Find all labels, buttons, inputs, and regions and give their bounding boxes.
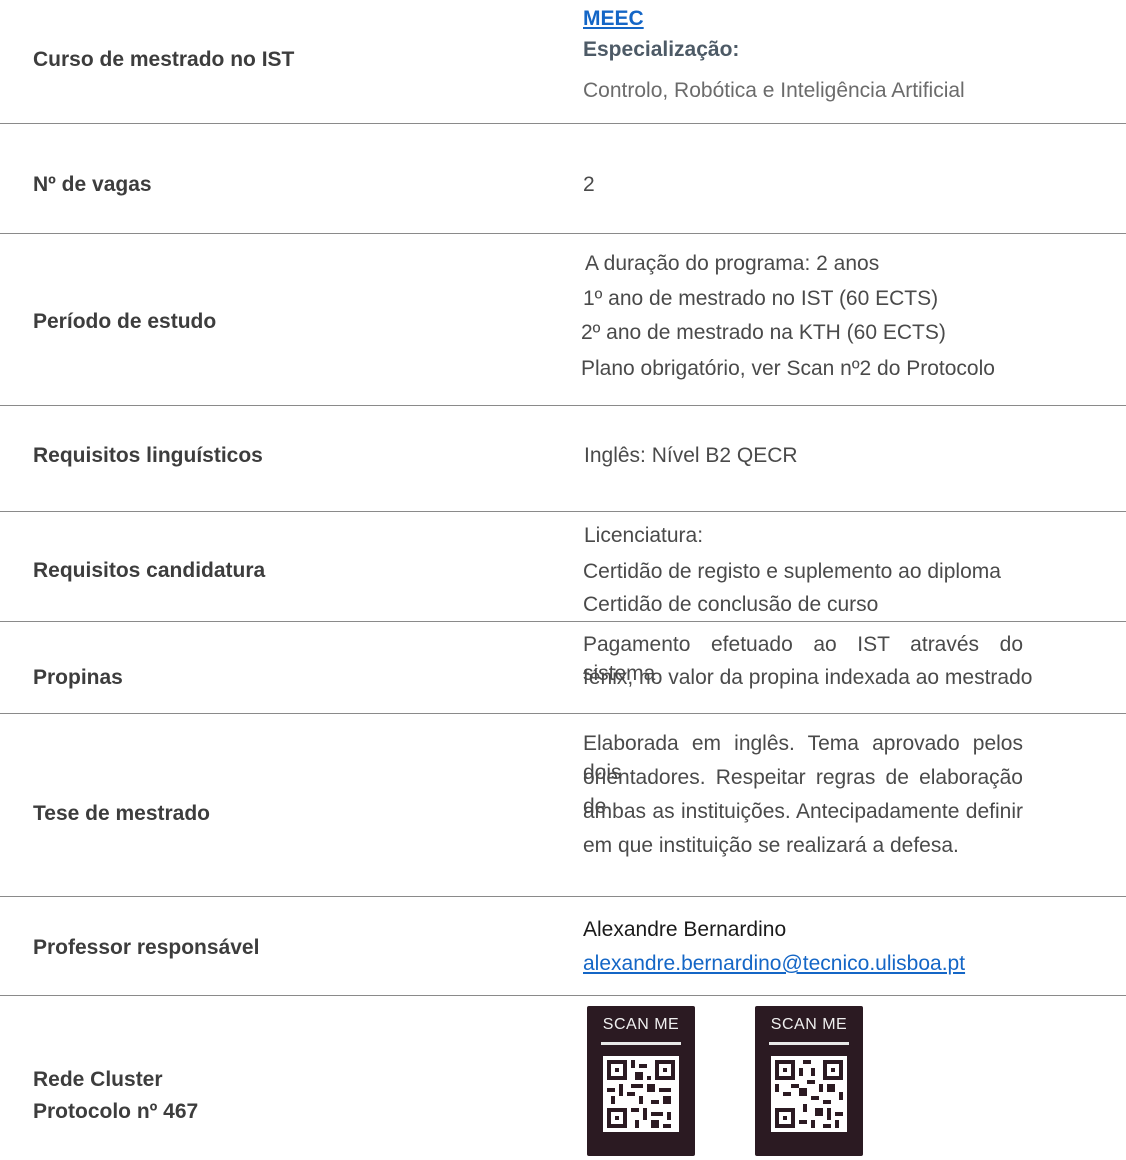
- divider: [0, 511, 1126, 512]
- label-protocolo: Protocolo nº 467: [33, 1100, 199, 1123]
- qr-divider: [601, 1042, 681, 1045]
- label-propinas: Propinas: [33, 666, 123, 689]
- label-rede: Rede Cluster: [33, 1068, 163, 1091]
- linguisticos-value: Inglês: Nível B2 QECR: [584, 444, 798, 467]
- label-vagas: Nº de vagas: [33, 173, 152, 196]
- qr-code-1[interactable]: SCAN ME: [587, 1006, 695, 1156]
- label-linguisticos: Requisitos linguísticos: [33, 444, 263, 467]
- label-tese: Tese de mestrado: [33, 802, 211, 825]
- divider: [0, 123, 1126, 124]
- label-periodo: Período de estudo: [33, 310, 217, 333]
- qr-divider: [769, 1042, 849, 1045]
- label-curso: Curso de mestrado no IST: [33, 48, 295, 71]
- divider: [0, 405, 1126, 406]
- meec-link[interactable]: MEEC: [583, 7, 644, 30]
- scan-me-label: SCAN ME: [770, 1016, 848, 1033]
- periodo-line: 1º ano de mestrado no IST (60 ECTS): [583, 287, 939, 310]
- tese-line: em que instituição se realizará a defesa…: [583, 834, 959, 857]
- scan-me-label: SCAN ME: [602, 1016, 680, 1033]
- specialization-value: Controlo, Robótica e Inteligência Artifi…: [583, 79, 965, 102]
- divider: [0, 621, 1126, 622]
- divider: [0, 233, 1126, 234]
- candidatura-line: Certidão de conclusão de curso: [583, 593, 879, 616]
- professor-email-link[interactable]: alexandre.bernardino@tecnico.ulisboa.pt: [583, 952, 965, 975]
- label-professor: Professor responsável: [33, 936, 260, 959]
- specialization-label: Especialização:: [583, 38, 740, 61]
- label-candidatura: Requisitos candidatura: [33, 559, 266, 582]
- tese-line: ambas as instituições. Antecipadamente d…: [583, 800, 1023, 823]
- periodo-line: 2º ano de mestrado na KTH (60 ECTS): [581, 321, 946, 344]
- divider: [0, 896, 1126, 897]
- periodo-line: Plano obrigatório, ver Scan nº2 do Proto…: [581, 357, 995, 380]
- propinas-line: fénix, no valor da propina indexada ao m…: [583, 666, 1033, 689]
- divider: [0, 713, 1126, 714]
- candidatura-line: Licenciatura:: [584, 524, 704, 547]
- qr-pattern-icon: [603, 1056, 679, 1132]
- periodo-line: A duração do programa: 2 anos: [585, 252, 880, 275]
- divider: [0, 995, 1126, 996]
- vagas-value: 2: [583, 173, 595, 196]
- qr-pattern-icon: [771, 1056, 847, 1132]
- professor-name: Alexandre Bernardino: [583, 918, 787, 941]
- candidatura-line: Certidão de registo e suplemento ao dipl…: [583, 560, 1001, 583]
- qr-code-2[interactable]: SCAN ME: [755, 1006, 863, 1156]
